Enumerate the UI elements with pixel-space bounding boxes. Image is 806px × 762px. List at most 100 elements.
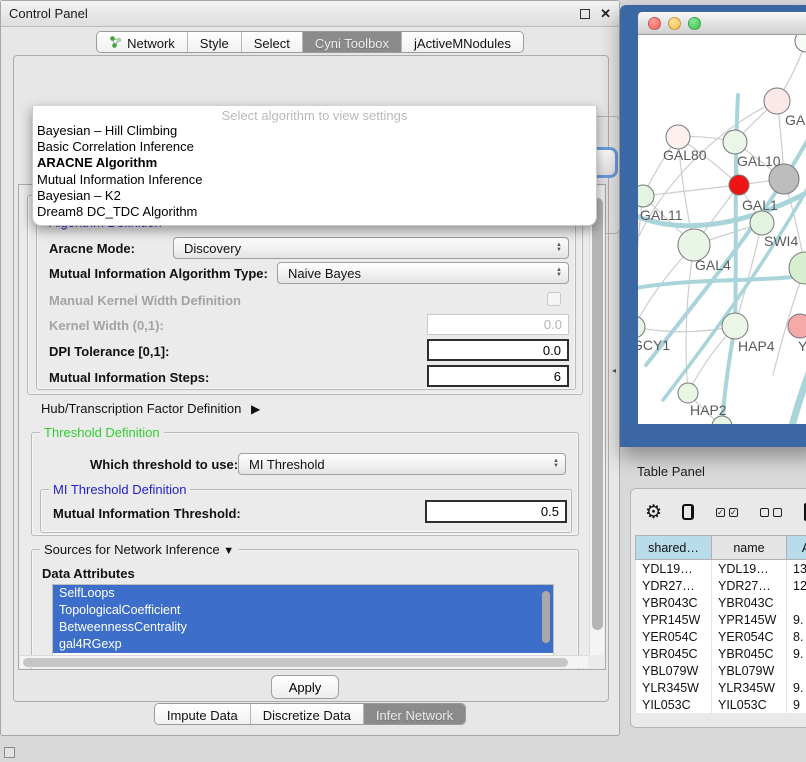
settings-vertical-scrollbar[interactable] xyxy=(589,186,604,655)
table-cell: 9. xyxy=(787,679,806,696)
network-window-titlebar xyxy=(638,12,806,35)
network-canvas[interactable]: GALGAL80GAL10GAL1GAL11SWI4GAL4GCY1HAP4YH… xyxy=(638,35,806,424)
network-node-gal[interactable] xyxy=(764,88,790,114)
network-node[interactable] xyxy=(795,35,806,52)
table-row[interactable]: YIL053CYIL053C9 xyxy=(636,696,806,713)
sources-group: Sources for Network Inference ▼ Data Att… xyxy=(31,549,579,670)
network-graph: GALGAL80GAL10GAL1GAL11SWI4GAL4GCY1HAP4YH… xyxy=(638,35,806,424)
tab-style[interactable]: Style xyxy=(188,32,242,52)
network-edge[interactable] xyxy=(643,185,739,196)
scrollbar-thumb[interactable] xyxy=(23,658,568,667)
attribute-item-gal4rgexp[interactable]: gal4RGexp xyxy=(53,636,553,653)
float-icon[interactable] xyxy=(580,9,590,19)
table-row[interactable]: YLR345WYLR345W9. xyxy=(636,679,806,696)
tab-select[interactable]: Select xyxy=(242,32,303,52)
control-panel-tabs: Network Style SelectCyni ToolboxjActiveMNo… xyxy=(96,31,524,53)
table-row[interactable]: YDL19…YDL19…13 xyxy=(636,560,806,577)
network-node-swi4[interactable] xyxy=(750,211,774,235)
hub-definition-expander[interactable]: Hub/Transcription Factor Definition ▶ xyxy=(41,401,260,416)
dropdown-item-dream8-dc-tdc-algorithm[interactable]: Dream8 DC_TDC Algorithm xyxy=(33,204,596,220)
algorithm-definition-group: Algorithm Definition Aracne Mode: Discov… xyxy=(36,222,576,390)
column-header-name[interactable]: name xyxy=(712,536,787,560)
table-row[interactable]: YBL079WYBL079W xyxy=(636,662,806,679)
manual-kernel-checkbox[interactable] xyxy=(547,292,561,306)
table-row[interactable]: YPR145WYPR145W9. xyxy=(636,611,806,628)
node-label-gal10: GAL10 xyxy=(737,153,781,169)
bottom-tab-infer-network[interactable]: Infer Network xyxy=(364,704,465,724)
column-header-a[interactable]: A xyxy=(787,536,806,560)
node-label-gal4: GAL4 xyxy=(695,257,731,273)
manual-kernel-label: Manual Kernel Width Definition xyxy=(49,293,241,308)
table-cell: YDR27… xyxy=(712,577,787,594)
mi-steps-field[interactable]: 6 xyxy=(427,365,569,387)
network-node[interactable] xyxy=(789,252,806,284)
which-threshold-label: Which threshold to use: xyxy=(90,457,238,472)
tab-label: Style xyxy=(200,36,229,51)
network-node-gal1[interactable] xyxy=(729,175,749,195)
attribute-item-topologicalcoefficient[interactable]: TopologicalCoefficient xyxy=(53,602,553,619)
network-view-window[interactable]: GALGAL80GAL10GAL1GAL11SWI4GAL4GCY1HAP4YH… xyxy=(620,5,806,447)
table-row[interactable]: YDR27…YDR27…12 xyxy=(636,577,806,594)
node-label-hap2: HAP2 xyxy=(690,402,727,418)
network-edge[interactable] xyxy=(638,270,806,290)
network-node-gal80[interactable] xyxy=(666,125,690,149)
attribute-item-betweennesscentrality[interactable]: BetweennessCentrality xyxy=(53,619,553,636)
mi-threshold-value: 0.5 xyxy=(541,504,559,519)
aracne-mode-combobox[interactable]: Discovery ▲▼ xyxy=(173,237,569,259)
tab-jactivemnodules[interactable]: jActiveMNodules xyxy=(402,32,523,52)
table-cell: YPR145W xyxy=(636,611,712,628)
list-scrollbar-thumb[interactable] xyxy=(542,591,550,643)
dropdown-item-bayesian-hill-climbing[interactable]: Bayesian – Hill Climbing xyxy=(33,123,596,139)
close-icon[interactable]: ✕ xyxy=(600,9,611,19)
mi-threshold-field[interactable]: 0.5 xyxy=(425,500,567,523)
gear-icon[interactable]: ⚙ xyxy=(645,503,662,522)
table-cell: 8. xyxy=(787,628,806,645)
unchecked-pair-icon[interactable] xyxy=(760,508,782,517)
table-row[interactable]: YER054CYER054C8. xyxy=(636,628,806,645)
dropdown-item-bayesian-k2[interactable]: Bayesian – K2 xyxy=(33,188,596,204)
network-node-hap4[interactable] xyxy=(722,313,748,339)
data-attributes-list[interactable]: SelfLoopsTopologicalCoefficientBetweenne… xyxy=(52,584,554,658)
tab-cyni-toolbox[interactable]: Cyni Toolbox xyxy=(303,32,402,52)
splitter-handle[interactable]: ◂ xyxy=(612,366,616,375)
table-row[interactable]: YBR043CYBR043C xyxy=(636,594,806,611)
node-label-gal80: GAL80 xyxy=(663,147,707,163)
control-panel-titlebar: Control Panel ✕ xyxy=(1,1,619,27)
tab-network[interactable]: Network xyxy=(97,32,188,52)
mi-type-combobox[interactable]: Naive Bayes ▲▼ xyxy=(277,262,569,284)
table-horizontal-scrollbar[interactable] xyxy=(635,727,806,728)
dropdown-item-mutual-information-inference[interactable]: Mutual Information Inference xyxy=(33,172,596,188)
columns-icon[interactable] xyxy=(682,504,694,520)
network-node-hap2[interactable] xyxy=(678,383,698,403)
minimize-light[interactable] xyxy=(668,17,681,30)
bottom-tab-impute-data[interactable]: Impute Data xyxy=(155,704,251,724)
node-label-gal11: GAL11 xyxy=(640,207,683,223)
apply-button[interactable]: Apply xyxy=(271,675,339,699)
zoom-light[interactable] xyxy=(688,17,701,30)
table-cell: YBR043C xyxy=(636,594,712,611)
settings-horizontal-scrollbar[interactable] xyxy=(20,655,588,668)
network-node-y[interactable] xyxy=(788,314,806,338)
mi-type-value: Naive Bayes xyxy=(288,266,556,281)
table-cell: 9. xyxy=(787,645,806,662)
network-edge[interactable] xyxy=(735,223,762,326)
attribute-item-selfloops[interactable]: SelfLoops xyxy=(53,585,553,602)
bottom-tab-discretize-data[interactable]: Discretize Data xyxy=(251,704,364,724)
aracne-mode-value: Discovery xyxy=(184,241,556,256)
column-header-shared[interactable]: shared… xyxy=(636,536,712,560)
which-threshold-combobox[interactable]: MI Threshold ▲▼ xyxy=(238,453,566,475)
dropdown-item-basic-correlation-inference[interactable]: Basic Correlation Inference xyxy=(33,139,596,155)
table-row[interactable]: YBR045CYBR045C9. xyxy=(636,645,806,662)
network-node-gal10[interactable] xyxy=(723,130,747,154)
dock-grip-icon[interactable] xyxy=(4,747,15,758)
network-node-gcy1[interactable] xyxy=(638,316,645,338)
dropdown-item-aracne-algorithm[interactable]: ARACNE Algorithm xyxy=(33,155,596,171)
mi-threshold-group-title: MI Threshold Definition xyxy=(49,482,190,497)
table-cell: YBL079W xyxy=(636,662,712,679)
kernel-width-field[interactable]: 0.0 xyxy=(427,314,569,335)
bottom-tab-label: Discretize Data xyxy=(263,708,351,723)
scrollbar-thumb[interactable] xyxy=(592,198,603,630)
close-light[interactable] xyxy=(648,17,661,30)
dpi-tolerance-field[interactable]: 0.0 xyxy=(427,339,569,361)
checked-pair-icon[interactable]: ✓✓ xyxy=(716,508,738,517)
